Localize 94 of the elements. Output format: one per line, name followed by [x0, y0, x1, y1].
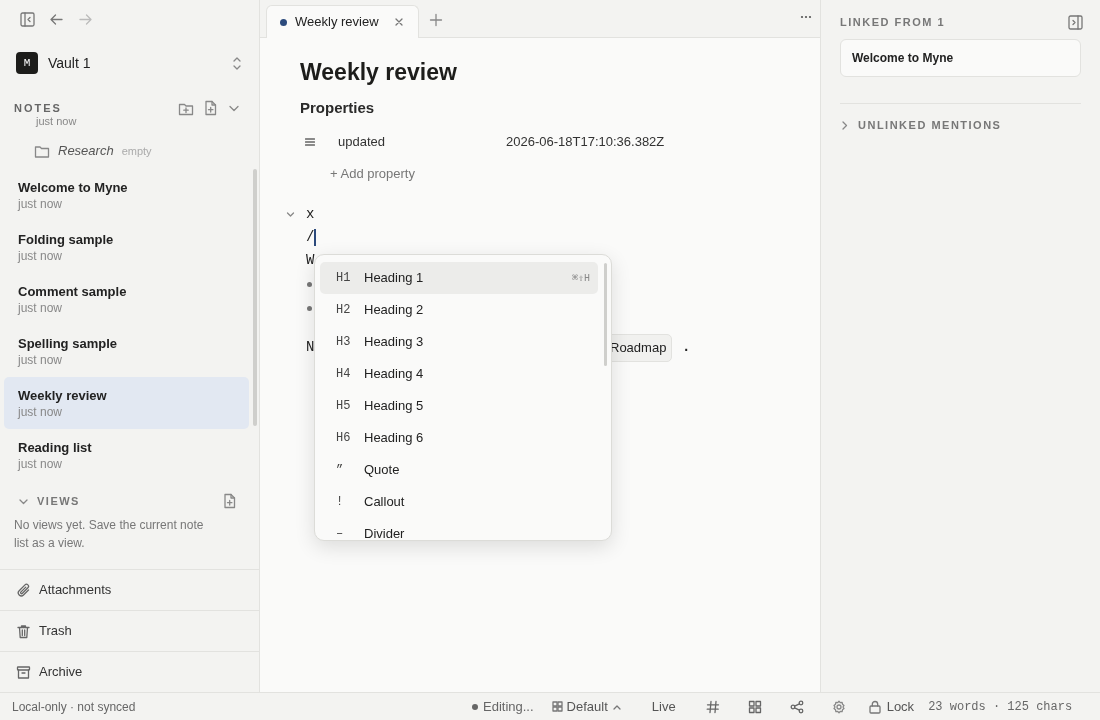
menu-item-glyph: – — [336, 526, 345, 540]
paperclip-icon — [16, 582, 31, 598]
editor-text: . — [682, 338, 691, 357]
editor-text: / — [306, 228, 315, 247]
menu-item[interactable]: H5 Heading 5 — [320, 390, 598, 422]
hashtag-icon[interactable] — [705, 699, 720, 714]
backlink-card[interactable]: Welcome to Myne — [840, 39, 1081, 77]
folder-item[interactable]: Research empty — [32, 133, 247, 169]
editor-text: x — [306, 205, 315, 224]
note-time: just now — [18, 351, 64, 368]
note-time: just now — [18, 299, 64, 316]
mode-button[interactable]: Live — [651, 696, 676, 717]
note-item[interactable]: Folding sample just now — [4, 221, 249, 273]
menu-item-glyph: H6 — [336, 430, 352, 447]
lock-button[interactable]: Lock — [867, 696, 915, 717]
note-time: just now — [18, 403, 64, 420]
keyboard-shortcut: ⌘⇧H — [571, 271, 590, 286]
panel-toggle-icon[interactable] — [1068, 14, 1083, 30]
menu-item[interactable]: H2 Heading 2 — [320, 294, 598, 326]
updown-icon — [231, 55, 243, 71]
menu-item-glyph: ” — [336, 462, 345, 479]
vault-name: Vault 1 — [48, 53, 92, 73]
property-key: updated — [338, 131, 506, 152]
layout-dropdown[interactable]: Default — [551, 696, 622, 717]
note-time: just now — [18, 247, 64, 264]
note-title: Folding sample — [18, 230, 115, 248]
note-item[interactable]: Welcome to Myne just now — [4, 169, 249, 221]
editing-status: Editing... — [472, 696, 534, 717]
editor-text: W — [306, 251, 315, 270]
section-label: NOTES — [14, 100, 63, 116]
note-title: Reading list — [18, 438, 93, 456]
settings-icon[interactable] — [831, 699, 846, 714]
fold-chevron-icon[interactable] — [286, 210, 295, 219]
menu-item-glyph: H4 — [336, 366, 352, 383]
chevron-icon — [840, 119, 849, 131]
note-title: Welcome to Myne — [18, 178, 129, 196]
menu-item-glyph: ! — [336, 494, 345, 511]
trash-icon — [16, 623, 31, 639]
properties-heading: Properties — [300, 98, 376, 118]
menu-item[interactable]: H1 Heading 1 ⌘⇧H — [320, 262, 598, 294]
nav-item[interactable]: Archive — [0, 651, 259, 692]
add-property-link[interactable]: + Add property — [330, 163, 415, 183]
forward-arrow-icon[interactable] — [78, 11, 93, 27]
menu-item[interactable]: H4 Heading 4 — [320, 358, 598, 390]
lock-icon — [867, 699, 882, 714]
note-time: just now — [18, 455, 64, 472]
menu-item[interactable]: ! Callout — [320, 486, 598, 518]
note-item[interactable]: Reading list just now — [4, 429, 249, 481]
menu-item[interactable]: ” Quote — [320, 454, 598, 486]
grid-view-icon[interactable] — [747, 699, 762, 714]
vault-switcher[interactable]: M Vault 1 — [8, 50, 251, 76]
property-value[interactable]: 2026-06-18T17:10:36.382Z — [506, 131, 665, 152]
menu-item[interactable]: H3 Heading 3 — [320, 326, 598, 358]
folder-icon — [34, 143, 50, 159]
new-note-icon[interactable] — [203, 100, 218, 116]
archive-box-icon — [16, 664, 31, 680]
menu-item-glyph: H3 — [336, 334, 352, 351]
menu-item-glyph: H1 — [336, 270, 352, 287]
editor-tab[interactable]: Weekly review — [266, 5, 419, 38]
note-title: Comment sample — [18, 282, 128, 300]
editor-text: N — [306, 337, 315, 357]
share-icon[interactable] — [789, 699, 804, 714]
word-count: 23 words · 125 chars — [928, 698, 1073, 716]
note-item[interactable]: Comment sample just now — [4, 273, 249, 325]
folder-name: Research — [58, 142, 114, 161]
note-time: just now — [34, 115, 78, 128]
note-time: just now — [18, 195, 64, 212]
scrollbar-thumb[interactable] — [253, 169, 257, 426]
scrollbar-thumb[interactable] — [604, 263, 607, 366]
note-title: Spelling sample — [18, 334, 118, 352]
note-item[interactable]: Spelling sample just now — [4, 325, 249, 377]
menu-item[interactable]: H6 Heading 6 — [320, 422, 598, 454]
note-heading: Weekly review — [300, 58, 458, 87]
new-view-icon[interactable] — [222, 493, 237, 509]
unlinked-mentions-toggle[interactable]: UNLINKED MENTIONS — [840, 117, 1002, 134]
new-tab-plus-icon[interactable] — [428, 13, 443, 27]
note-item[interactable]: Weekly review just now — [4, 377, 249, 429]
section-label: VIEWS — [37, 493, 81, 509]
sidebar-toggle-icon[interactable] — [20, 11, 35, 27]
empty-views-text: No views yet. Save the current note list as a view. — [13, 517, 205, 552]
menu-item-glyph: H2 — [336, 302, 352, 319]
text-cursor — [314, 229, 316, 246]
vault-avatar: M — [16, 52, 38, 74]
section-label: LINKED FROM 1 — [840, 14, 947, 30]
sync-status-text: Local-only · not synced — [11, 698, 137, 716]
note-title: Weekly review — [18, 386, 108, 404]
nav-item[interactable]: Trash — [0, 610, 259, 651]
menu-item[interactable]: – Divider — [320, 518, 598, 540]
grid-icon — [551, 701, 563, 712]
menu-item-glyph: H5 — [336, 398, 352, 415]
back-arrow-icon[interactable] — [49, 11, 64, 27]
list-lines-icon[interactable] — [305, 137, 315, 146]
folder-status-text: empty — [121, 143, 152, 159]
nav-item[interactable]: Attachments — [0, 569, 259, 610]
